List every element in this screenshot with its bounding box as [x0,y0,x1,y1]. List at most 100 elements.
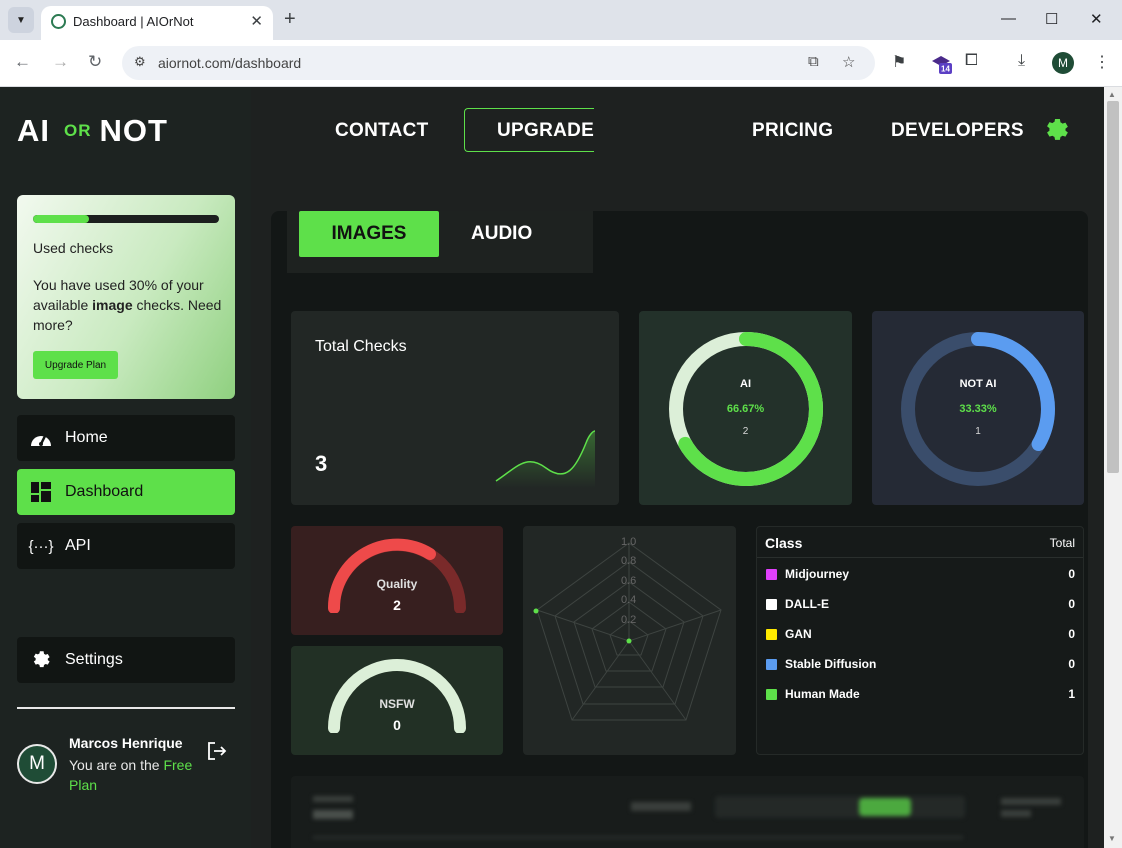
quality-value: 2 [393,597,401,613]
color-swatch [766,659,777,670]
class-total: 0 [1068,597,1075,611]
total-checks-title: Total Checks [315,338,407,355]
reload-icon[interactable]: ↻ [88,52,102,72]
table-row: Human Made 1 [757,679,1083,709]
settings-gear-icon[interactable] [1042,116,1071,145]
class-name: Stable Diffusion [785,657,877,671]
download-icon[interactable]: ⤓ [1018,52,1025,70]
nav-contact-link[interactable]: CONTACT [335,120,429,142]
minimize-icon[interactable]: — [1001,10,1016,27]
close-window-icon[interactable]: ✕ [1090,10,1103,28]
color-swatch [766,689,777,700]
sidebar-item-home[interactable]: Home [17,415,235,461]
logout-icon[interactable] [207,741,227,761]
scroll-down-icon[interactable]: ▼ [1108,834,1116,843]
color-swatch [766,629,777,640]
usage-progress-fill [33,215,89,223]
class-name: Midjourney [785,567,850,581]
user-plan: You are on the Free Plan [69,757,193,793]
sidebar-item-dashboard[interactable]: Dashboard [17,469,235,515]
browser-menu-icon[interactable]: ⋮ [1094,52,1110,72]
code-braces-icon: {···} [28,537,54,555]
scroll-up-icon[interactable]: ▲ [1108,90,1116,99]
radar-tick: 0.2 [621,614,637,626]
total-checks-sparkline [495,430,596,488]
browser-tab[interactable]: Dashboard | AIOrNot ✕ [41,6,273,40]
browser-toolbar: ← → ↻ ⚙ aiornot.com/dashboard ⧉ ☆ ⚑ ⧠ ⤓ … [0,40,1122,87]
class-name: GAN [785,627,812,641]
nsfw-label: NSFW [379,697,415,711]
nsfw-value: 0 [393,717,401,733]
class-name: Human Made [785,687,860,701]
forward-icon[interactable]: → [52,52,69,72]
logo-ai: AI [17,113,50,148]
favicon-icon [51,14,66,29]
class-total: 1 [1068,687,1075,701]
class-total: 0 [1068,627,1075,641]
class-header: Class [765,535,803,551]
tab-title: Dashboard | AIOrNot [73,14,194,29]
quality-card: Quality 2 [291,526,503,635]
not-ai-count: 1 [975,426,981,437]
tab-search-button[interactable]: ▼ [8,7,34,33]
color-swatch [766,599,777,610]
usage-description: You have used 30% of your available imag… [33,277,222,333]
bookmark-star-icon[interactable]: ☆ [842,53,855,71]
radar-tick: 0.4 [621,594,637,606]
close-tab-icon[interactable]: ✕ [250,12,263,30]
statistics-panel-blurred [291,776,1084,848]
upgrade-plan-button[interactable]: Upgrade Plan [33,351,118,379]
radar-tick: 0.8 [621,555,637,567]
not-ai-label: NOT AI [959,378,997,390]
radar-tick: 0.6 [621,575,637,587]
maximize-icon[interactable]: ☐ [1045,10,1058,28]
table-row: GAN 0 [757,619,1083,649]
logo[interactable]: AI OR NOT [17,113,168,149]
extension-icon[interactable]: ⚑ [892,52,906,72]
class-table: Class Total Midjourney 0 DALL-E 0 GAN 0 … [756,526,1084,755]
table-row: Midjourney 0 [757,559,1083,589]
profile-avatar[interactable]: M [1052,52,1074,74]
usage-card: Used checks You have used 30% of your av… [17,195,235,399]
nav-developers-link[interactable]: DEVELOPERS [891,120,1024,142]
sidebar-item-label: Settings [65,651,123,668]
nav-pricing-link[interactable]: PRICING [752,120,833,142]
main-panel: IMAGES AUDIO Total Checks 3 AI 66.67% 2 … [271,211,1088,848]
total-checks-value: 3 [315,451,328,476]
ai-percent: 66.67% [726,403,765,415]
graduation-cap-extension-icon[interactable]: 14 [930,53,952,75]
scrollbar[interactable]: ▲ ▼ [1104,87,1122,848]
usage-title: Used checks [33,240,114,256]
nsfw-card: NSFW 0 [291,646,503,755]
new-tab-icon[interactable]: + [284,8,296,31]
scrollbar-thumb[interactable] [1107,101,1119,473]
avatar[interactable]: M [17,744,57,784]
back-icon[interactable]: ← [14,52,31,72]
class-name: DALL-E [785,597,829,611]
ai-result-card: AI 66.67% 2 [639,311,852,505]
nav-upgrade-label[interactable]: UPGRADE [497,120,594,142]
tab-images[interactable]: IMAGES [299,211,439,257]
tab-audio[interactable]: AUDIO [471,223,532,245]
site-info-icon[interactable]: ⚙ [134,54,146,70]
url-text[interactable]: aiornot.com/dashboard [158,55,301,71]
sidebar-item-api[interactable]: {···} API [17,523,235,569]
radar-card: 1.0 0.8 0.6 0.4 0.2 [523,526,736,755]
total-header: Total [1049,536,1075,550]
extensions-puzzle-icon[interactable]: ⧠ [965,52,978,70]
usage-progress-bar [33,215,219,223]
sidebar-item-label: Home [65,429,108,446]
logo-not: NOT [99,113,168,148]
sidebar-item-settings[interactable]: Settings [17,637,235,683]
gear-icon [17,649,65,671]
sidebar-item-label: API [65,537,91,554]
not-ai-percent: 33.33% [959,403,997,415]
page: AI OR NOT Used checks You have used 30% … [0,87,1104,848]
translate-icon[interactable]: ⧉ [808,53,819,70]
total-checks-card: Total Checks 3 [291,311,619,505]
radar-tick: 1.0 [621,536,637,548]
class-total: 0 [1068,567,1075,581]
user-name: Marcos Henrique [69,735,183,751]
address-bar[interactable]: ⚙ aiornot.com/dashboard ⧉ ☆ [122,46,875,80]
color-swatch [766,569,777,580]
